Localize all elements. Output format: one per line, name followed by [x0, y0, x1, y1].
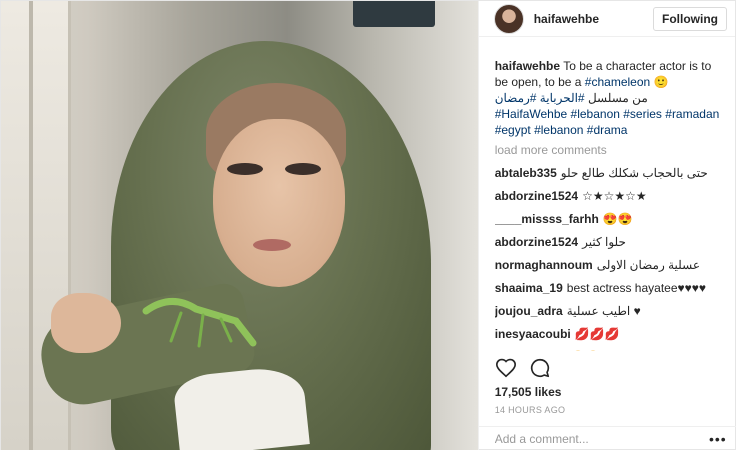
photo-wall-device — [353, 1, 435, 27]
add-comment-row: ••• — [478, 426, 736, 450]
comment-text: ☆★☆★☆★ — [582, 189, 647, 203]
caption-arabic-text: من مسلسل — [587, 91, 648, 105]
comment-row: shaaima_19 best actress hayatee♥♥♥♥ — [495, 280, 723, 296]
post-photo[interactable] — [1, 1, 478, 450]
post-header: haifawehbe Following — [478, 1, 735, 37]
photo-left-eye — [227, 163, 263, 175]
comment-row: joujou_adra اطيب عسلية ♥ — [495, 303, 723, 319]
caption-username[interactable]: haifawehbe — [495, 59, 560, 73]
photo-right-eye — [285, 163, 321, 175]
comment-text: حلوا كثير — [582, 235, 626, 249]
comment-text: 😳😳 — [571, 350, 601, 351]
photo-lips — [253, 239, 291, 251]
post-caption: haifawehbe To be a character actor is to… — [495, 58, 723, 138]
post-actions — [495, 357, 551, 379]
comment-text: حتى بالحجاب شكلك طالع حلو — [560, 166, 708, 180]
comment-icon[interactable] — [529, 357, 551, 379]
caption-arabic-line: من مسلسل #الحرباية #رمضان — [495, 90, 723, 106]
caption-emoji: 🙂 — [653, 75, 669, 89]
caption-tag-chameleon[interactable]: #chameleon — [585, 75, 650, 89]
comment-username[interactable]: joujou_adra — [495, 304, 563, 318]
post-sidebar: haifawehbe Following haifawehbe To be a … — [477, 1, 736, 450]
add-comment-input[interactable] — [494, 432, 709, 446]
caption-arabic-tags[interactable]: #الحرباية #رمضان — [495, 91, 585, 105]
comment-row: normaghannoum عسلية رمضان الاولى — [495, 257, 723, 273]
comment-username[interactable]: normaghannoum — [495, 258, 593, 272]
comment-row: abdorzine1524 ☆★☆★☆★ — [495, 188, 723, 204]
comment-text: best actress hayatee♥♥♥♥ — [566, 281, 706, 295]
photo-hand — [51, 293, 121, 353]
likes-count[interactable]: 17,505 likes — [495, 385, 562, 399]
comment-row: ____missss_farhh 😍😍 — [495, 211, 723, 227]
photo-mantis — [142, 298, 257, 348]
comment-username[interactable]: shaaima_19 — [495, 281, 563, 295]
load-more-comments-link[interactable]: load more comments — [495, 142, 723, 158]
instagram-post: haifawehbe Following haifawehbe To be a … — [0, 0, 736, 450]
comment-username[interactable]: hgar_mostfa — [495, 350, 567, 351]
comment-text: 💋💋💋 — [574, 327, 620, 341]
caption-tags-line1[interactable]: #HaifaWehbe #lebanon #series #ramadan — [495, 106, 723, 122]
caption-tags-line2[interactable]: #egypt #lebanon #drama — [495, 122, 723, 138]
comment-username[interactable]: ____missss_farhh — [495, 212, 599, 226]
comment-username[interactable]: abdorzine1524 — [495, 189, 578, 203]
comment-username[interactable]: abdorzine1524 — [495, 235, 578, 249]
header-username[interactable]: haifawehbe — [534, 12, 653, 26]
avatar[interactable] — [493, 3, 524, 34]
following-button[interactable]: Following — [653, 6, 727, 31]
comment-row: abtaleb335 حتى بالحجاب شكلك طالع حلو — [495, 165, 723, 181]
comment-row: inesyaacoubi 💋💋💋 — [495, 326, 723, 342]
comment-row: abdorzine1524 حلوا كثير — [495, 234, 723, 250]
comment-row: hgar_mostfa 😳😳 — [495, 349, 723, 351]
comment-text: 😍😍 — [602, 212, 633, 226]
comment-text: اطيب عسلية ♥ — [566, 304, 641, 318]
heart-icon[interactable] — [495, 357, 517, 379]
photo-face — [213, 119, 345, 287]
more-options-icon[interactable]: ••• — [709, 431, 727, 447]
comments-list[interactable]: haifawehbe To be a character actor is to… — [495, 58, 723, 351]
comment-username[interactable]: inesyaacoubi — [495, 327, 571, 341]
post-timestamp[interactable]: 14 HOURS AGO — [495, 405, 566, 415]
comment-username[interactable]: abtaleb335 — [495, 166, 557, 180]
comment-text: عسلية رمضان الاولى — [596, 258, 700, 272]
